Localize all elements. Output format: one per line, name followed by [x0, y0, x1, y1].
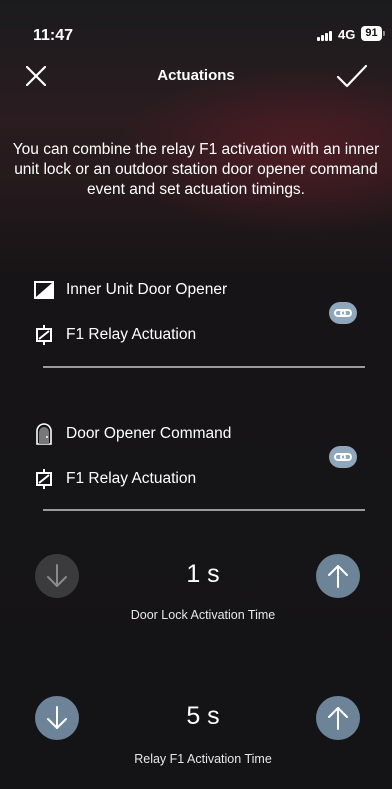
actuations-screen: 11:47 4G 91 Actuations You can combine t…: [0, 0, 392, 789]
actuation-pair-door-opener: Door Opener Command F1 Relay Actuation: [33, 422, 363, 492]
pair-source-row: Inner Unit Door Opener: [33, 278, 227, 302]
relay-decrease-button[interactable]: [35, 696, 79, 740]
relay-time-caption: Relay F1 Activation Time: [134, 752, 272, 766]
door-lock-time-caption: Door Lock Activation Time: [130, 608, 276, 622]
pair-source-label: Inner Unit Door Opener: [66, 281, 228, 298]
arrow-down-icon: [47, 564, 67, 587]
arrow-down-icon: [47, 706, 67, 729]
relay-increase-button[interactable]: [316, 696, 360, 740]
door-lock-decrease-button[interactable]: [35, 554, 79, 598]
status-time: 11:47: [33, 27, 74, 44]
confirm-button[interactable]: [336, 56, 380, 100]
signal-icon: [317, 31, 335, 41]
relay-time-value: 5 s: [186, 702, 220, 730]
page-title: Actuations: [157, 67, 235, 84]
pair-relay-row: F1 Relay Actuation: [33, 467, 196, 491]
pair-source-row: Door Opener Command: [33, 422, 231, 446]
link-button-door-opener[interactable]: [329, 446, 357, 468]
arrow-up-icon: [328, 707, 348, 730]
description-text: You can combine the relay F1 activation …: [12, 141, 380, 198]
nav-bar: Actuations: [0, 56, 392, 100]
status-bar: 11:47 4G 91: [0, 0, 392, 56]
pair-relay-label: F1 Relay Actuation: [66, 326, 197, 343]
relay-icon: [36, 469, 52, 489]
pair-relay-label: F1 Relay Actuation: [66, 470, 197, 487]
divider: [43, 509, 365, 511]
arrow-up-icon: [328, 565, 348, 588]
door-lock-increase-button[interactable]: [316, 554, 360, 598]
battery-tip: [383, 31, 385, 36]
network-type: 4G: [338, 27, 356, 42]
link-icon: [334, 309, 352, 317]
link-icon: [334, 453, 352, 461]
relay-icon: [36, 325, 52, 345]
pair-relay-row: F1 Relay Actuation: [33, 323, 196, 347]
door-icon: [36, 423, 52, 445]
pair-source-label: Door Opener Command: [66, 425, 232, 442]
divider: [43, 366, 365, 368]
link-button-inner-unit[interactable]: [329, 302, 357, 324]
actuation-pair-inner-unit: Inner Unit Door Opener F1 Relay Actuatio…: [33, 278, 363, 348]
checkmark-icon: [336, 64, 368, 88]
inner-unit-icon: [34, 281, 54, 299]
door-lock-time-value: 1 s: [186, 560, 220, 588]
battery-icon: 91: [361, 26, 382, 41]
